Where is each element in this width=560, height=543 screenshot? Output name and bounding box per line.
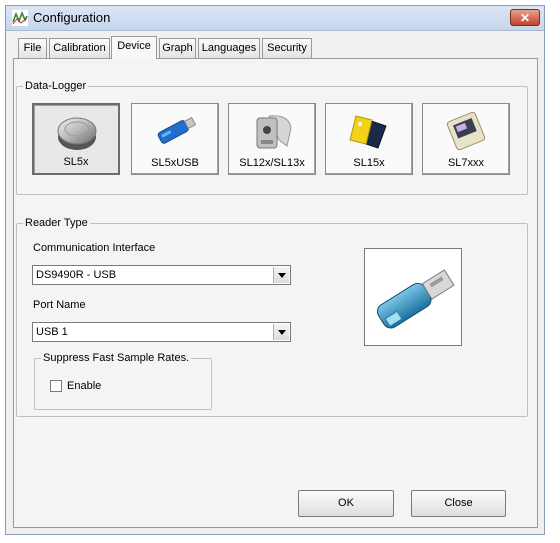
window-title: Configuration: [33, 10, 111, 25]
usb-stick-logger-icon: [157, 116, 197, 144]
port-name-select[interactable]: USB 1: [32, 322, 291, 342]
device-button-sl15x[interactable]: SL15x: [325, 103, 413, 175]
port-name-label: Port Name: [33, 299, 86, 311]
tab-file[interactable]: File: [18, 38, 47, 58]
device-label-sl7xxx: SL7xxx: [447, 157, 485, 169]
device-label-sl5x: SL5x: [63, 156, 89, 168]
close-button[interactable]: Close: [411, 490, 506, 517]
enable-checkbox[interactable]: [50, 380, 62, 392]
device-button-sl5xusb[interactable]: SL5xUSB: [131, 103, 219, 175]
communication-interface-label: Communication Interface: [33, 242, 156, 254]
device-button-sl7xxx[interactable]: SL7xxx: [422, 103, 510, 175]
data-logger-legend: Data-Logger: [25, 80, 87, 92]
device-button-sl5x[interactable]: SL5x: [32, 103, 120, 175]
tag-logger-icon: [256, 115, 292, 149]
title-bar: Configuration ✕: [6, 6, 544, 31]
tab-device[interactable]: Device: [111, 36, 157, 59]
enable-checkbox-label[interactable]: Enable: [67, 380, 101, 392]
tab-languages[interactable]: Languages: [198, 38, 260, 58]
keyfob-logger-icon: [349, 115, 387, 149]
tab-security[interactable]: Security: [262, 38, 312, 58]
app-chart-icon: [12, 10, 28, 26]
device-label-sl5xusb: SL5xUSB: [151, 157, 199, 169]
device-label-sl12x-sl13x: SL12x/SL13x: [239, 157, 305, 169]
port-name-value: USB 1: [36, 326, 68, 338]
coin-cell-logger-icon: [57, 117, 97, 150]
suppress-fast-sample-rates-legend: Suppress Fast Sample Rates.: [43, 352, 190, 364]
communication-interface-select[interactable]: DS9490R - USB: [32, 265, 291, 285]
card-logger-icon: [446, 111, 486, 151]
window-close-button[interactable]: ✕: [510, 9, 540, 26]
usb-reader-adapter-icon: [376, 269, 455, 329]
communication-interface-value: DS9490R - USB: [36, 269, 117, 281]
tab-calibration[interactable]: Calibration: [49, 38, 110, 58]
tab-graph[interactable]: Graph: [159, 38, 196, 58]
device-button-sl12x-sl13x[interactable]: SL12x/SL13x: [228, 103, 316, 175]
ok-button[interactable]: OK: [298, 490, 394, 517]
chevron-down-icon[interactable]: [273, 267, 289, 283]
device-label-sl15x: SL15x: [353, 157, 385, 169]
reader-image: [364, 248, 462, 346]
chevron-down-icon[interactable]: [273, 324, 289, 340]
reader-type-legend: Reader Type: [25, 217, 88, 229]
